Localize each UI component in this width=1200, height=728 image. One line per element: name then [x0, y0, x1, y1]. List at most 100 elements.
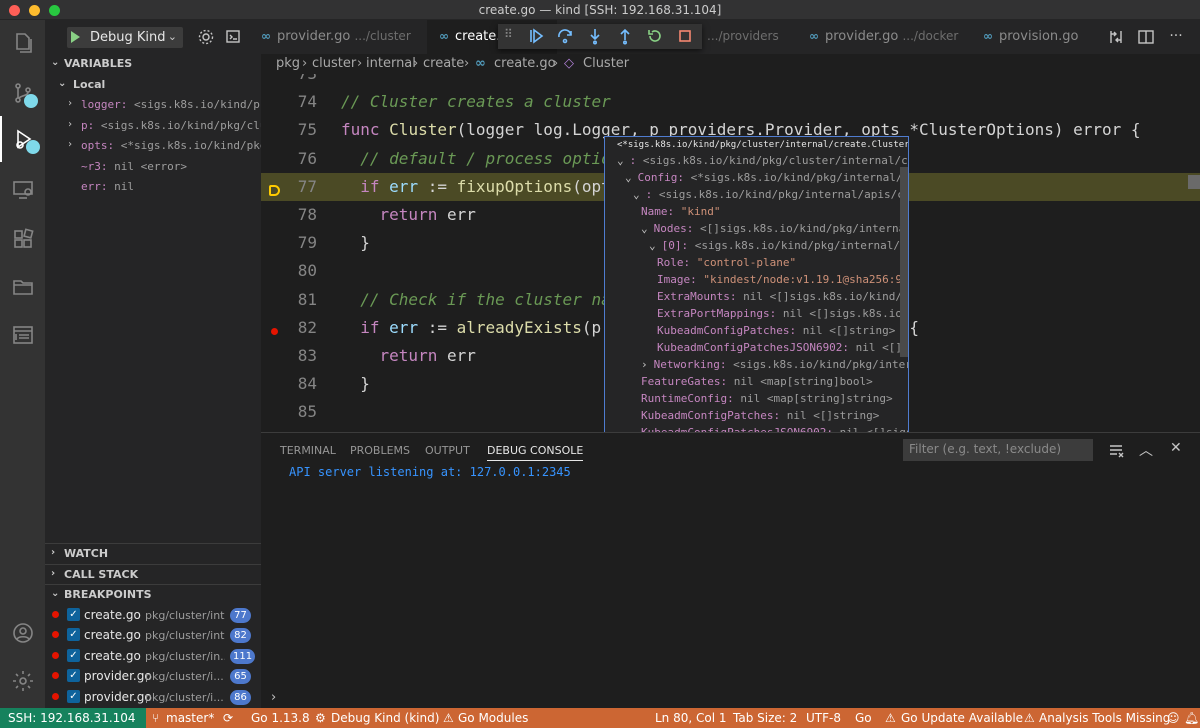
gear-icon[interactable] — [0, 658, 45, 704]
hover-variable-row[interactable]: ⌄ Config: <*sigs.k8s.io/kind/pkg/internal… — [625, 171, 908, 188]
notifications-icon[interactable]: 🔔︎ — [1184, 711, 1199, 725]
code-line[interactable]: 74 // Cluster creates a cluster — [261, 88, 1200, 116]
hover-variable-row[interactable]: ⌄ Nodes: <[]sigs.k8s.io/kind/pkg/internal… — [641, 222, 908, 239]
folder-icon[interactable] — [0, 264, 45, 310]
debug-status[interactable]: Debug Kind (kind) — [331, 711, 439, 725]
breakpoint-checkbox[interactable]: ✓ — [67, 649, 80, 662]
debug-config-select[interactable]: Debug Kind ⌄ — [67, 27, 183, 48]
callstack-section-header[interactable]: › CALL STACK — [45, 564, 261, 584]
continue-button[interactable] — [527, 27, 547, 47]
hover-variable-row[interactable]: ExtraPortMappings: nil <[]sigs.k8s.io/ki — [657, 307, 908, 324]
extensions-icon[interactable] — [0, 216, 45, 262]
hover-variable-value: nil <[]sigs.k8s.io/kind/p — [736, 290, 909, 303]
breadcrumb-item[interactable]: create.go — [494, 56, 556, 71]
breakpoint-checkbox[interactable]: ✓ — [67, 628, 80, 641]
drag-handle-icon[interactable]: ⠿ — [504, 27, 524, 47]
go-update[interactable]: Go Update Available — [901, 711, 1023, 725]
console-filter-input[interactable]: Filter (e.g. text, !exclude) — [903, 439, 1093, 461]
hover-variable-row[interactable]: Image: "kindest/node:v1.19.1@sha256:98 — [657, 273, 908, 290]
stop-button[interactable] — [676, 27, 696, 47]
breakpoint-row[interactable]: ✓ provider.go pkg/cluster/i... 86 — [45, 687, 261, 707]
hover-variable-row[interactable]: › Networking: <sigs.k8s.io/kind/pkg/inter… — [641, 358, 908, 375]
hover-variable-row[interactable]: Name: "kind" — [641, 205, 720, 222]
step-into-button[interactable] — [586, 27, 606, 47]
remote-explorer-icon[interactable] — [0, 166, 45, 212]
breakpoint-dot-icon[interactable] — [271, 328, 278, 335]
compare-icon[interactable] — [1107, 28, 1125, 46]
hover-variable-row[interactable]: ⌄: <sigs.k8s.io/kind/pkg/internal/apis/c… — [633, 188, 908, 205]
clear-console-icon[interactable] — [1107, 441, 1125, 459]
hover-variable-row[interactable]: RuntimeConfig: nil <map[string]string> — [641, 392, 893, 409]
breadcrumb-item[interactable]: pkg — [276, 56, 300, 71]
more-actions-icon[interactable]: ··· — [1167, 28, 1185, 46]
debug-hover-widget[interactable]: <*sigs.k8s.io/kind/pkg/cluster/internal/… — [604, 136, 909, 456]
go-version[interactable]: Go 1.13.8 — [251, 711, 310, 725]
watch-section-header[interactable]: › WATCH — [45, 543, 261, 563]
tab-providers[interactable]: .../providers — [703, 20, 803, 54]
encoding[interactable]: UTF-8 — [806, 711, 841, 725]
hover-variable-row[interactable]: Role: "control-plane" — [657, 256, 796, 273]
sync-icon[interactable]: ⟳ — [223, 711, 233, 725]
breakpoint-row[interactable]: ✓ provider.go pkg/cluster/i... 65 — [45, 666, 261, 686]
git-branch[interactable]: master* — [166, 711, 214, 725]
variables-section-header[interactable]: ⌄ VARIABLES — [45, 54, 261, 74]
tab-debug-console[interactable]: DEBUG CONSOLE — [487, 444, 584, 461]
maximize-panel-icon[interactable]: ︿ — [1139, 440, 1153, 460]
breadcrumb-item[interactable]: create — [423, 56, 464, 71]
breadcrumb-item[interactable]: Cluster — [583, 56, 629, 71]
close-panel-icon[interactable]: ✕ — [1170, 440, 1182, 456]
remote-indicator[interactable]: SSH: 192.168.31.104 — [0, 708, 146, 728]
hover-variable-row[interactable]: KubeadmConfigPatches: nil <[]string> — [657, 324, 895, 341]
account-icon[interactable] — [0, 610, 45, 656]
variable-row[interactable]: ~r3: nil <error> — [45, 157, 261, 177]
cursor-position[interactable]: Ln 80, Col 1 — [655, 711, 727, 725]
hover-variable-row[interactable]: FeatureGates: nil <map[string]bool> — [641, 375, 873, 392]
code-line[interactable]: 73 — [261, 74, 1200, 88]
breakpoint-row[interactable]: ✓ create.go pkg/cluster/in... 111 — [45, 646, 261, 666]
language-mode[interactable]: Go — [855, 711, 872, 725]
breakpoint-checkbox[interactable]: ✓ — [67, 608, 80, 621]
run-debug-icon[interactable] — [0, 116, 45, 162]
step-over-button[interactable] — [556, 27, 576, 47]
analysis-tools[interactable]: Analysis Tools Missing — [1039, 711, 1170, 725]
hover-variable-row[interactable]: ⌄: <sigs.k8s.io/kind/pkg/cluster/interna… — [617, 154, 908, 171]
console-prompt-icon[interactable]: › — [271, 690, 276, 705]
breakpoint-row[interactable]: ✓ create.go pkg/cluster/int... 82 — [45, 625, 261, 645]
go-modules[interactable]: Go Modules — [458, 711, 528, 725]
scrollbar-thumb[interactable] — [1188, 175, 1200, 189]
panel-icon[interactable] — [0, 312, 45, 358]
hover-scrollbar[interactable] — [900, 167, 908, 357]
source-control-icon[interactable] — [0, 70, 45, 116]
settings-gear-icon[interactable] — [197, 28, 215, 46]
step-out-button[interactable] — [616, 27, 636, 47]
variable-row[interactable]: › p: <sigs.k8s.io/kind/pkg/clu... — [45, 116, 261, 136]
explorer-icon[interactable] — [0, 20, 45, 66]
breadcrumb-item[interactable]: cluster — [312, 56, 356, 71]
debug-console-icon[interactable] — [225, 28, 243, 46]
tab-provider-cluster[interactable]: ∞ provider.go .../cluster — [261, 20, 427, 54]
feedback-icon[interactable]: ☺ — [1167, 711, 1180, 725]
split-editor-icon[interactable] — [1137, 28, 1155, 46]
tab-output[interactable]: OUTPUT — [425, 444, 470, 457]
hover-variable-row[interactable]: ExtraMounts: nil <[]sigs.k8s.io/kind/p — [657, 290, 909, 307]
breakpoint-checkbox[interactable]: ✓ — [67, 669, 80, 682]
breakpoint-row[interactable]: ✓ create.go pkg/cluster/int... 77 — [45, 605, 261, 625]
breakpoints-section-header[interactable]: ⌄ BREAKPOINTS — [45, 584, 261, 604]
tab-terminal[interactable]: TERMINAL — [280, 444, 336, 457]
tab-provision-go[interactable]: ∞ provision.go — [983, 20, 1093, 54]
restart-button[interactable] — [646, 27, 666, 47]
hover-variable-row[interactable]: KubeadmConfigPatches: nil <[]string> — [641, 409, 879, 426]
breakpoint-checkbox[interactable]: ✓ — [67, 690, 80, 703]
tab-size[interactable]: Tab Size: 2 — [733, 711, 797, 725]
tab-provider-docker[interactable]: ∞ provider.go .../docker — [809, 20, 974, 54]
variable-row[interactable]: › opts: <*sigs.k8s.io/kind/pkg... — [45, 136, 261, 156]
start-debug-icon[interactable] — [71, 31, 80, 43]
breadcrumb-item[interactable]: internal — [366, 56, 416, 71]
variable-row[interactable]: › logger: <sigs.k8s.io/kind/pk... — [45, 95, 261, 115]
local-scope-header[interactable]: ⌄ Local — [45, 75, 261, 95]
tab-problems[interactable]: PROBLEMS — [350, 444, 410, 457]
hover-variable-row[interactable]: ⌄ [0]: <sigs.k8s.io/kind/pkg/internal/api… — [649, 239, 908, 256]
struct-symbol-icon: ◇ — [564, 56, 574, 71]
variable-row[interactable]: err: nil — [45, 177, 261, 197]
hover-variable-row[interactable]: KubeadmConfigPatchesJSON6902: nil <[]st — [657, 341, 908, 358]
